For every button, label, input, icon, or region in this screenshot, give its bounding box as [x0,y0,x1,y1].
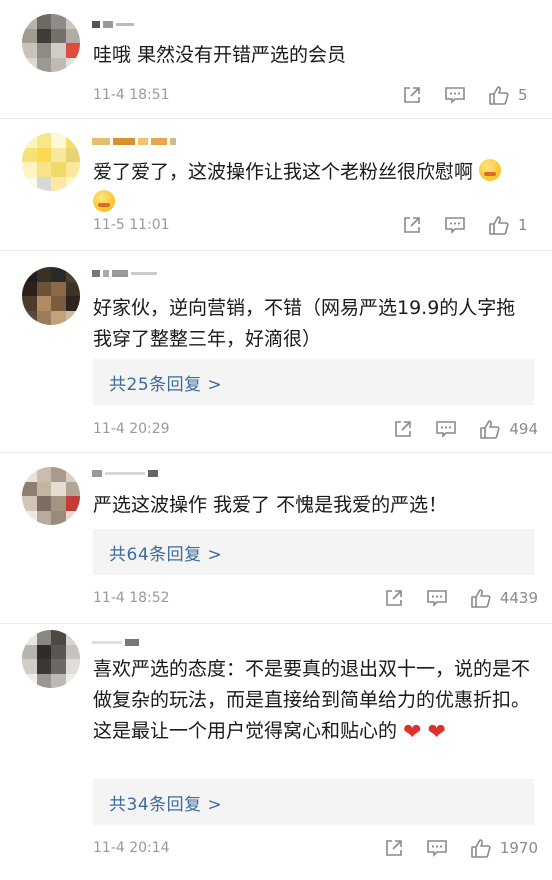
kissing-emoji-icon [479,159,502,181]
comment-text: 严选这波操作 我爱了 不愧是我爱的严选！ [93,494,448,516]
username-obscured[interactable] [92,636,139,648]
avatar[interactable] [22,133,80,191]
comment-text: 好家伙，逆向营销，不错（网易严选19.9的人字拖我穿了整整三年，好滴很） [93,297,516,350]
comment-meta: 11-4 18:51 5 [93,84,538,106]
timestamp: 11-4 20:14 [93,840,170,856]
comment-icon[interactable] [444,215,466,235]
share-icon[interactable] [402,215,422,235]
comment-text: 喜欢严选的态度：不是要真的退出双十一，说的是不做复杂的玩法，而是直接给到简单给力… [93,654,534,748]
share-icon[interactable] [384,588,404,608]
avatar[interactable] [22,630,80,688]
like-count: 4439 [499,589,538,607]
comment-meta: 11-4 20:29 494 [93,418,538,440]
like-button[interactable]: 5 [488,85,538,106]
thumbs-up-icon [489,85,509,105]
thumbs-up-icon [480,419,500,439]
comment-meta: 11-4 20:14 1970 [93,837,538,859]
comment-item: 哇哦 果然没有开错严选的会员 11-4 18:51 5 [0,0,552,119]
kissing-emoji-icon [93,190,115,212]
like-button[interactable]: 1970 [470,838,538,859]
thumbs-up-icon [471,838,491,858]
avatar[interactable] [22,267,80,325]
like-count: 494 [509,420,538,438]
timestamp: 11-4 20:29 [93,421,170,437]
comment-text: 哇哦 果然没有开错严选的会员 [93,44,347,66]
like-button[interactable]: 494 [479,419,538,440]
username-obscured[interactable] [92,135,176,147]
comment-item: 爱了爱了，这波操作让我这个老粉丝很欣慰啊 11-5 11:01 1 [0,119,552,251]
comment-item: 严选这波操作 我爱了 不愧是我爱的严选！ 共64条回复 > 11-4 18:52… [0,453,552,624]
like-count: 1 [518,216,528,234]
avatar[interactable] [22,14,80,72]
comment-text-content: 爱了爱了，这波操作让我这个老粉丝很欣慰啊 [93,161,474,183]
comment-meta: 11-5 11:01 1 [93,214,538,236]
like-count: 5 [518,86,528,104]
view-replies-button[interactable]: 共34条回复 > [93,779,534,825]
timestamp: 11-5 11:01 [93,217,170,233]
comment-item: 好家伙，逆向营销，不错（网易严选19.9的人字拖我穿了整整三年，好滴很） 共25… [0,251,552,453]
share-icon[interactable] [384,838,404,858]
timestamp: 11-4 18:51 [93,87,170,103]
thumbs-up-icon [471,588,491,608]
comment-icon[interactable] [444,85,466,105]
comment-icon[interactable] [426,588,448,608]
view-replies-button[interactable]: 共64条回复 > [93,529,534,575]
share-icon[interactable] [402,85,422,105]
comment-item: 喜欢严选的态度：不是要真的退出双十一，说的是不做复杂的玩法，而是直接给到简单给力… [0,624,552,880]
thumbs-up-icon [489,215,509,235]
comment-icon[interactable] [426,838,448,858]
comment-meta: 11-4 18:52 4439 [93,587,538,609]
username-obscured[interactable] [92,467,158,479]
timestamp: 11-4 18:52 [93,590,170,606]
share-icon[interactable] [393,419,413,439]
like-button[interactable]: 4439 [470,588,538,609]
heart-icon: ❤ [427,720,446,745]
like-button[interactable]: 1 [488,215,538,236]
like-count: 1970 [499,839,538,857]
comment-icon[interactable] [435,419,457,439]
comment-text-content: 喜欢严选的态度：不是要真的退出双十一，说的是不做复杂的玩法，而是直接给到简单给力… [93,658,531,742]
heart-icon: ❤ [403,720,422,745]
comment-text: 爱了爱了，这波操作让我这个老粉丝很欣慰啊 [93,157,534,219]
username-obscured[interactable] [92,18,134,30]
view-replies-button[interactable]: 共25条回复 > [93,359,534,405]
username-obscured[interactable] [92,267,157,279]
avatar[interactable] [22,467,80,525]
